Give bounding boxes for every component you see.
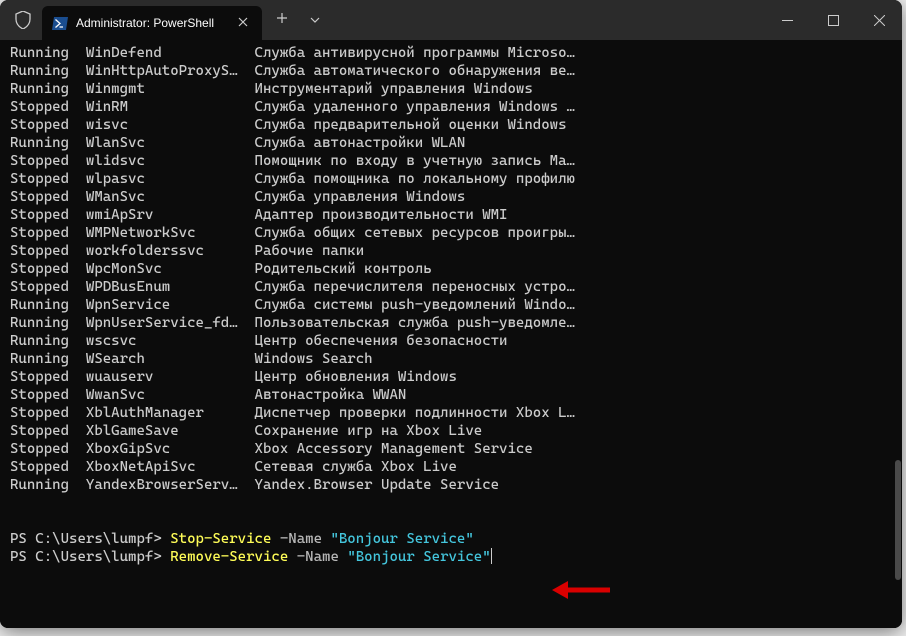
service-row: Stopped wmiApSrv Адаптер производительно… xyxy=(10,206,892,224)
new-tab-button[interactable] xyxy=(262,11,302,29)
service-row: Running Winmgmt Инструментарий управлени… xyxy=(10,80,892,98)
titlebar: Administrator: PowerShell xyxy=(0,0,902,40)
service-row: Stopped wuauserv Центр обновления Window… xyxy=(10,368,892,386)
service-row: Stopped wisvc Служба предварительной оце… xyxy=(10,116,892,134)
maximize-button[interactable] xyxy=(810,0,856,40)
tab-powershell[interactable]: Administrator: PowerShell xyxy=(42,6,262,40)
service-row: Running WSearch Windows Search xyxy=(10,350,892,368)
service-row: Running WpnService Служба системы push-у… xyxy=(10,296,892,314)
service-row: Stopped XboxNetApiSvc Сетевая служба Xbo… xyxy=(10,458,892,476)
powershell-icon xyxy=(52,15,68,31)
service-row: Stopped workfolderssvc Рабочие папки xyxy=(10,242,892,260)
service-row: Stopped WwanSvc Автонастройка WWAN xyxy=(10,386,892,404)
close-button[interactable] xyxy=(856,0,902,40)
shield-icon xyxy=(14,10,32,30)
service-row: Stopped WpcMonSvc Родительский контроль xyxy=(10,260,892,278)
prompt-line: PS C:\Users\lumpf> Remove-Service -Name … xyxy=(10,548,892,566)
service-row: Running wscsvc Центр обеспечения безопас… xyxy=(10,332,892,350)
service-row: Stopped WinRM Служба удаленного управлен… xyxy=(10,98,892,116)
terminal-output[interactable]: Running WinDefend Служба антивирусной пр… xyxy=(0,40,902,628)
tab-close-button[interactable] xyxy=(234,16,252,30)
service-row: Stopped XblGameSave Сохранение игр на Xb… xyxy=(10,422,892,440)
service-row: Stopped XblAuthManager Диспетчер проверк… xyxy=(10,404,892,422)
service-row: Stopped WManSvc Служба управления Window… xyxy=(10,188,892,206)
service-row: Running WpnUserService_fd… Пользовательс… xyxy=(10,314,892,332)
tab-dropdown-button[interactable] xyxy=(302,15,328,26)
service-row: Running YandexBrowserServ… Yandex.Browse… xyxy=(10,476,892,494)
service-row: Stopped wlidsvc Помощник по входу в учет… xyxy=(10,152,892,170)
tab-title: Administrator: PowerShell xyxy=(76,16,234,30)
minimize-button[interactable] xyxy=(764,0,810,40)
scrollbar[interactable] xyxy=(890,40,902,628)
service-row: Running WlanSvc Служба автонастройки WLA… xyxy=(10,134,892,152)
scrollbar-thumb[interactable] xyxy=(895,460,901,580)
cursor xyxy=(491,548,492,564)
service-row: Running WinDefend Служба антивирусной пр… xyxy=(10,44,892,62)
service-row: Stopped wlpasvc Служба помощника по лока… xyxy=(10,170,892,188)
terminal-window: Administrator: PowerShell Running WinDef… xyxy=(0,0,902,628)
service-row: Running WinHttpAutoProxyS… Служба автома… xyxy=(10,62,892,80)
service-row: Stopped WMPNetworkSvc Служба общих сетев… xyxy=(10,224,892,242)
window-controls xyxy=(764,0,902,40)
service-row: Stopped WPDBusEnum Служба перечислителя … xyxy=(10,278,892,296)
prompt-line: PS C:\Users\lumpf> Stop-Service -Name "B… xyxy=(10,530,892,548)
service-row: Stopped XboxGipSvc Xbox Accessory Manage… xyxy=(10,440,892,458)
